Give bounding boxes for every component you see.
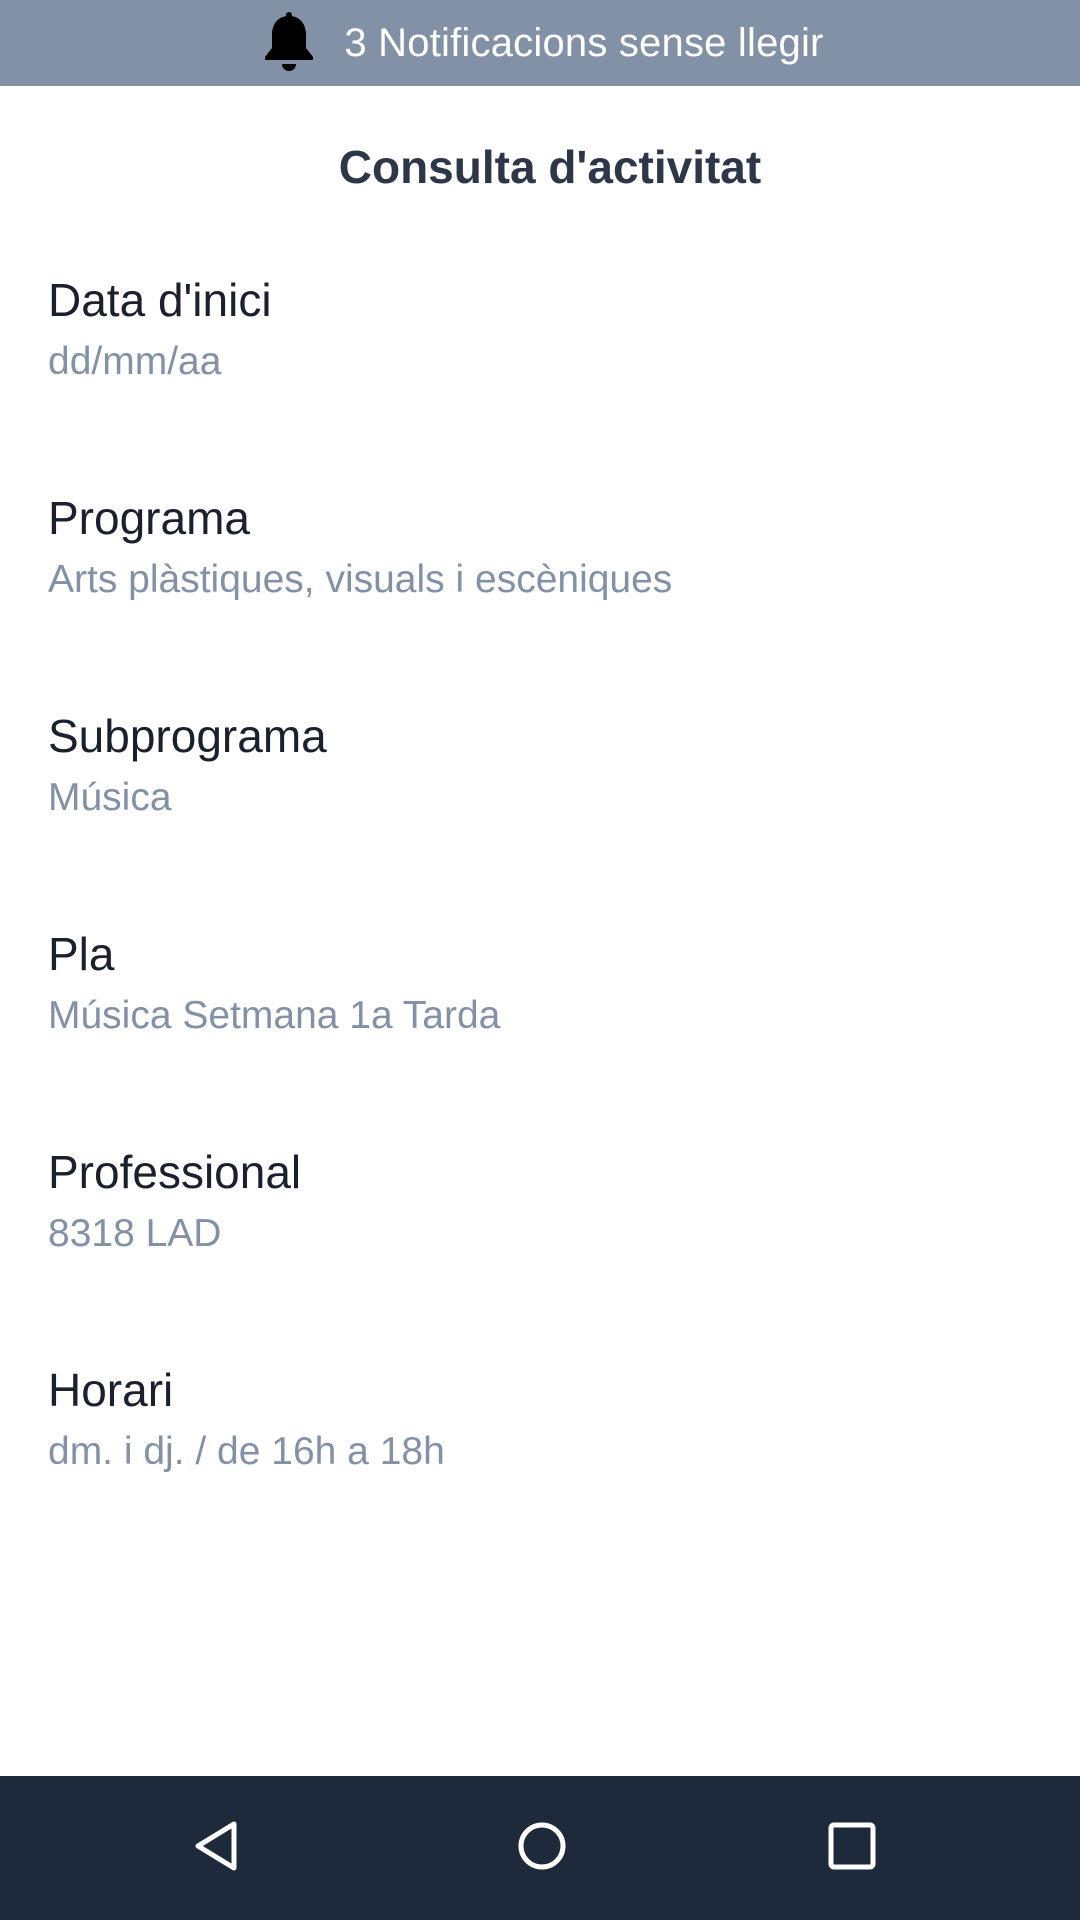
- bell-icon: [256, 10, 322, 76]
- field-schedule: Horari dm. i dj. / de 16h a 18h: [48, 1358, 1048, 1576]
- back-icon: [190, 1818, 246, 1879]
- field-label: Professional: [48, 1146, 302, 1198]
- field-start-date: Data d'inici dd/mm/aa: [48, 268, 1048, 486]
- field-value: dd/mm/aa: [48, 340, 222, 383]
- field-label: Horari: [48, 1364, 174, 1416]
- home-button[interactable]: [506, 1812, 578, 1884]
- page-title: Consulta d'activitat: [338, 141, 762, 193]
- recents-button[interactable]: [816, 1812, 888, 1884]
- system-nav-bar: [0, 1776, 1080, 1920]
- field-program: Programa Arts plàstiques, visuals i escè…: [48, 486, 1048, 704]
- field-label: Pla: [48, 928, 115, 980]
- field-value: Música: [48, 776, 172, 819]
- field-plan: Pla Música Setmana 1a Tarda: [48, 922, 1048, 1140]
- home-icon: [514, 1818, 570, 1879]
- activity-details: Data d'inici dd/mm/aa Programa Arts plàs…: [48, 268, 1048, 1576]
- field-value: Arts plàstiques, visuals i escèniques: [48, 558, 673, 601]
- notification-banner[interactable]: 3 Notificacions sense llegir: [0, 0, 1080, 86]
- field-value: 8318 LAD: [48, 1212, 222, 1255]
- field-label: Data d'inici: [48, 274, 272, 326]
- notification-text: 3 Notificacions sense llegir: [344, 20, 824, 65]
- field-value: Música Setmana 1a Tarda: [48, 994, 501, 1037]
- field-professional: Professional 8318 LAD: [48, 1140, 1048, 1358]
- field-label: Programa: [48, 492, 250, 544]
- recents-icon: [824, 1818, 880, 1879]
- field-value: dm. i dj. / de 16h a 18h: [48, 1430, 445, 1473]
- field-subprogram: Subprograma Música: [48, 704, 1048, 922]
- field-label: Subprograma: [48, 710, 327, 762]
- back-button[interactable]: [182, 1812, 254, 1884]
- screen: 3 Notificacions sense llegir Consulta d'…: [0, 0, 1080, 1920]
